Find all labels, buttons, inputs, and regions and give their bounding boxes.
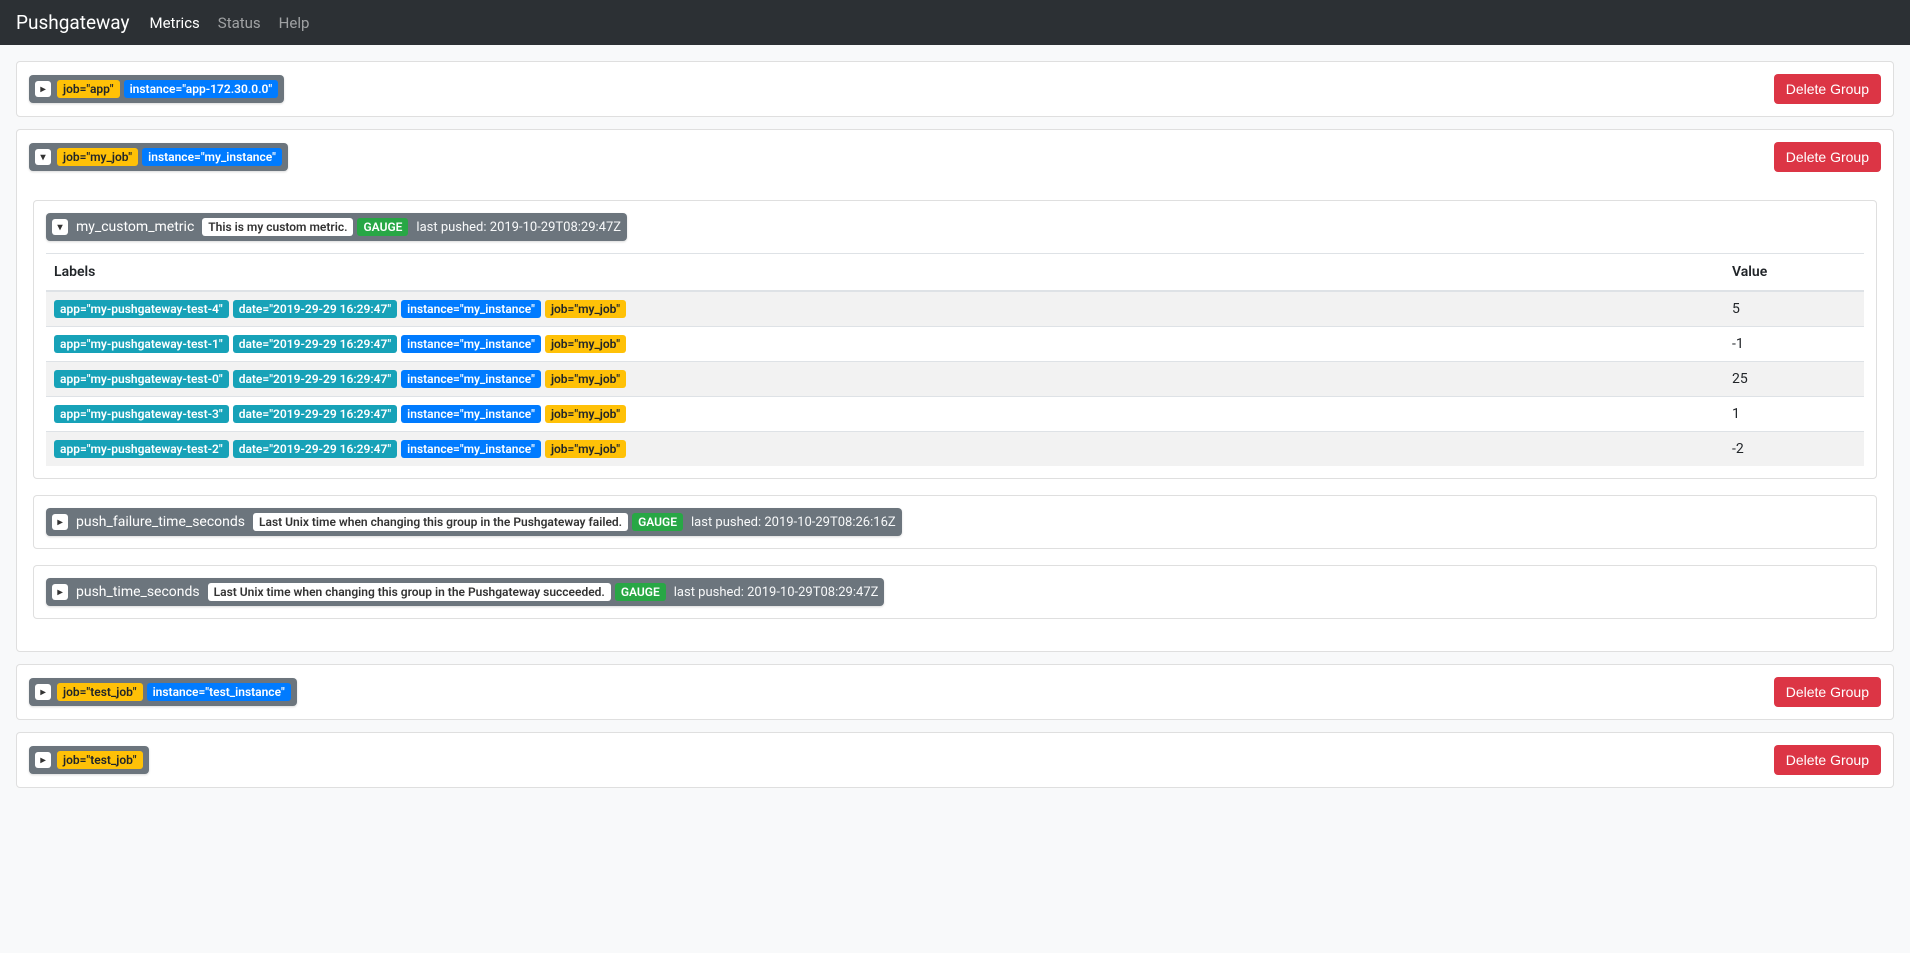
navbar-nav: Metrics Status Help: [150, 14, 310, 32]
metric-card: ▸ push_failure_time_seconds Last Unix time…: [33, 495, 1877, 549]
label-badge: app="my-pushgateway-test-0": [54, 370, 229, 388]
label-badge: date="2019-29-29 16:29:47": [233, 300, 397, 318]
group-card: ▾job="my_job"instance="my_instance"Delet…: [16, 129, 1894, 652]
metric-help: Last Unix time when changing this group …: [253, 513, 628, 531]
label-badge: job="test_job": [57, 683, 143, 701]
label-badge: instance="my_instance": [142, 148, 282, 166]
value-cell: -2: [1724, 432, 1864, 467]
delete-group-button[interactable]: Delete Group: [1774, 74, 1881, 104]
label-badge: date="2019-29-29 16:29:47": [233, 335, 397, 353]
group-body: ▾ my_custom_metric This is my custom metri…: [17, 184, 1893, 651]
chevron-right-icon: ▸: [35, 684, 51, 700]
table-row: app="my-pushgateway-test-2"date="2019-29…: [46, 432, 1864, 467]
delete-group-button[interactable]: Delete Group: [1774, 142, 1881, 172]
label-badge: job="my_job": [545, 300, 626, 318]
delete-group-button[interactable]: Delete Group: [1774, 677, 1881, 707]
chevron-right-icon: ▸: [52, 514, 68, 530]
metric-name: push_failure_time_seconds: [76, 514, 245, 530]
nav-link-help[interactable]: Help: [279, 14, 310, 32]
metric-type-badge: GAUGE: [632, 513, 683, 531]
table-row: app="my-pushgateway-test-1"date="2019-29…: [46, 327, 1864, 362]
chevron-right-icon: ▸: [35, 752, 51, 768]
label-badge: app="my-pushgateway-test-3": [54, 405, 229, 423]
label-badge: job="my_job": [545, 335, 626, 353]
metric-card: ▸ push_time_seconds Last Unix time when ch…: [33, 565, 1877, 619]
metric-type-badge: GAUGE: [357, 218, 408, 236]
metric-help: Last Unix time when changing this group …: [208, 583, 611, 601]
group-toggle[interactable]: ▸ job="app"instance="app-172.30.0.0": [29, 75, 284, 103]
labels-cell: app="my-pushgateway-test-1"date="2019-29…: [46, 327, 1724, 362]
group-header: ▸ job="test_job" Delete Group: [17, 733, 1893, 787]
value-cell: 5: [1724, 291, 1864, 327]
label-badge: instance="my_instance": [401, 300, 541, 318]
metric-card: ▾ my_custom_metric This is my custom metri…: [33, 200, 1877, 479]
group-card: ▸ job="app"instance="app-172.30.0.0" Delet…: [16, 61, 1894, 117]
metric-header: ▸ push_failure_time_seconds Last Unix time…: [34, 496, 1876, 548]
metric-pushed-text: last pushed: 2019-10-29T08:29:47Z: [416, 220, 621, 235]
label-badge: instance="test_instance": [147, 683, 291, 701]
label-badge: instance="my_instance": [401, 335, 541, 353]
label-badge: instance="my_instance": [401, 440, 541, 458]
main-container: ▸ job="app"instance="app-172.30.0.0" Delet…: [0, 45, 1910, 816]
chevron-right-icon: ▸: [35, 81, 51, 97]
metric-toggle[interactable]: ▸ push_failure_time_seconds Last Unix time…: [46, 508, 902, 536]
metric-name: push_time_seconds: [76, 584, 200, 600]
metric-type-badge: GAUGE: [615, 583, 666, 601]
value-column-header: Value: [1724, 254, 1864, 292]
chevron-right-icon: ▸: [52, 584, 68, 600]
metric-header: ▾ my_custom_metric This is my custom metri…: [34, 201, 1876, 253]
label-badge: app="my-pushgateway-test-1": [54, 335, 229, 353]
nav-link-status[interactable]: Status: [218, 14, 261, 32]
group-toggle[interactable]: ▾ job="my_job"instance="my_instance": [29, 143, 288, 171]
label-badge: job="test_job": [57, 751, 143, 769]
value-cell: -1: [1724, 327, 1864, 362]
label-badge: job="app": [57, 80, 120, 98]
label-badge: app="my-pushgateway-test-4": [54, 300, 229, 318]
table-row: app="my-pushgateway-test-3"date="2019-29…: [46, 397, 1864, 432]
label-badge: instance="my_instance": [401, 370, 541, 388]
metric-toggle[interactable]: ▸ push_time_seconds Last Unix time when ch…: [46, 578, 884, 606]
group-card: ▸ job="test_job"instance="test_instance" D…: [16, 664, 1894, 720]
labels-cell: app="my-pushgateway-test-0"date="2019-29…: [46, 362, 1724, 397]
label-badge: app="my-pushgateway-test-2": [54, 440, 229, 458]
labels-cell: app="my-pushgateway-test-3"date="2019-29…: [46, 397, 1724, 432]
label-badge: job="my_job": [545, 370, 626, 388]
group-header: ▸ job="app"instance="app-172.30.0.0" Delet…: [17, 62, 1893, 116]
label-badge: job="my_job": [57, 148, 138, 166]
group-toggle[interactable]: ▸ job="test_job"instance="test_instance": [29, 678, 297, 706]
metric-name: my_custom_metric: [76, 219, 194, 235]
table-row: app="my-pushgateway-test-4"date="2019-29…: [46, 291, 1864, 327]
navbar: Pushgateway Metrics Status Help: [0, 0, 1910, 45]
labels-column-header: Labels: [46, 254, 1724, 292]
group-toggle[interactable]: ▸ job="test_job": [29, 746, 149, 774]
labels-cell: app="my-pushgateway-test-4"date="2019-29…: [46, 291, 1724, 327]
group-card: ▸ job="test_job" Delete Group: [16, 732, 1894, 788]
label-badge: date="2019-29-29 16:29:47": [233, 405, 397, 423]
group-header: ▸ job="test_job"instance="test_instance" D…: [17, 665, 1893, 719]
metric-toggle[interactable]: ▾ my_custom_metric This is my custom metri…: [46, 213, 627, 241]
label-badge: instance="app-172.30.0.0": [124, 80, 279, 98]
metric-table: LabelsValueapp="my-pushgateway-test-4"da…: [46, 253, 1864, 466]
navbar-brand: Pushgateway: [16, 11, 130, 34]
group-header: ▾ job="my_job"instance="my_instance" Delet…: [17, 130, 1893, 184]
delete-group-button[interactable]: Delete Group: [1774, 745, 1881, 775]
value-cell: 25: [1724, 362, 1864, 397]
metric-help: This is my custom metric.: [202, 218, 353, 236]
label-badge: job="my_job": [545, 440, 626, 458]
chevron-down-icon: ▾: [35, 149, 51, 165]
table-row: app="my-pushgateway-test-0"date="2019-29…: [46, 362, 1864, 397]
metric-pushed-text: last pushed: 2019-10-29T08:26:16Z: [691, 515, 896, 530]
chevron-down-icon: ▾: [52, 219, 68, 235]
labels-cell: app="my-pushgateway-test-2"date="2019-29…: [46, 432, 1724, 467]
label-badge: date="2019-29-29 16:29:47": [233, 440, 397, 458]
value-cell: 1: [1724, 397, 1864, 432]
label-badge: instance="my_instance": [401, 405, 541, 423]
label-badge: date="2019-29-29 16:29:47": [233, 370, 397, 388]
metric-header: ▸ push_time_seconds Last Unix time when ch…: [34, 566, 1876, 618]
label-badge: job="my_job": [545, 405, 626, 423]
nav-link-metrics[interactable]: Metrics: [150, 14, 200, 32]
metric-pushed-text: last pushed: 2019-10-29T08:29:47Z: [674, 585, 879, 600]
